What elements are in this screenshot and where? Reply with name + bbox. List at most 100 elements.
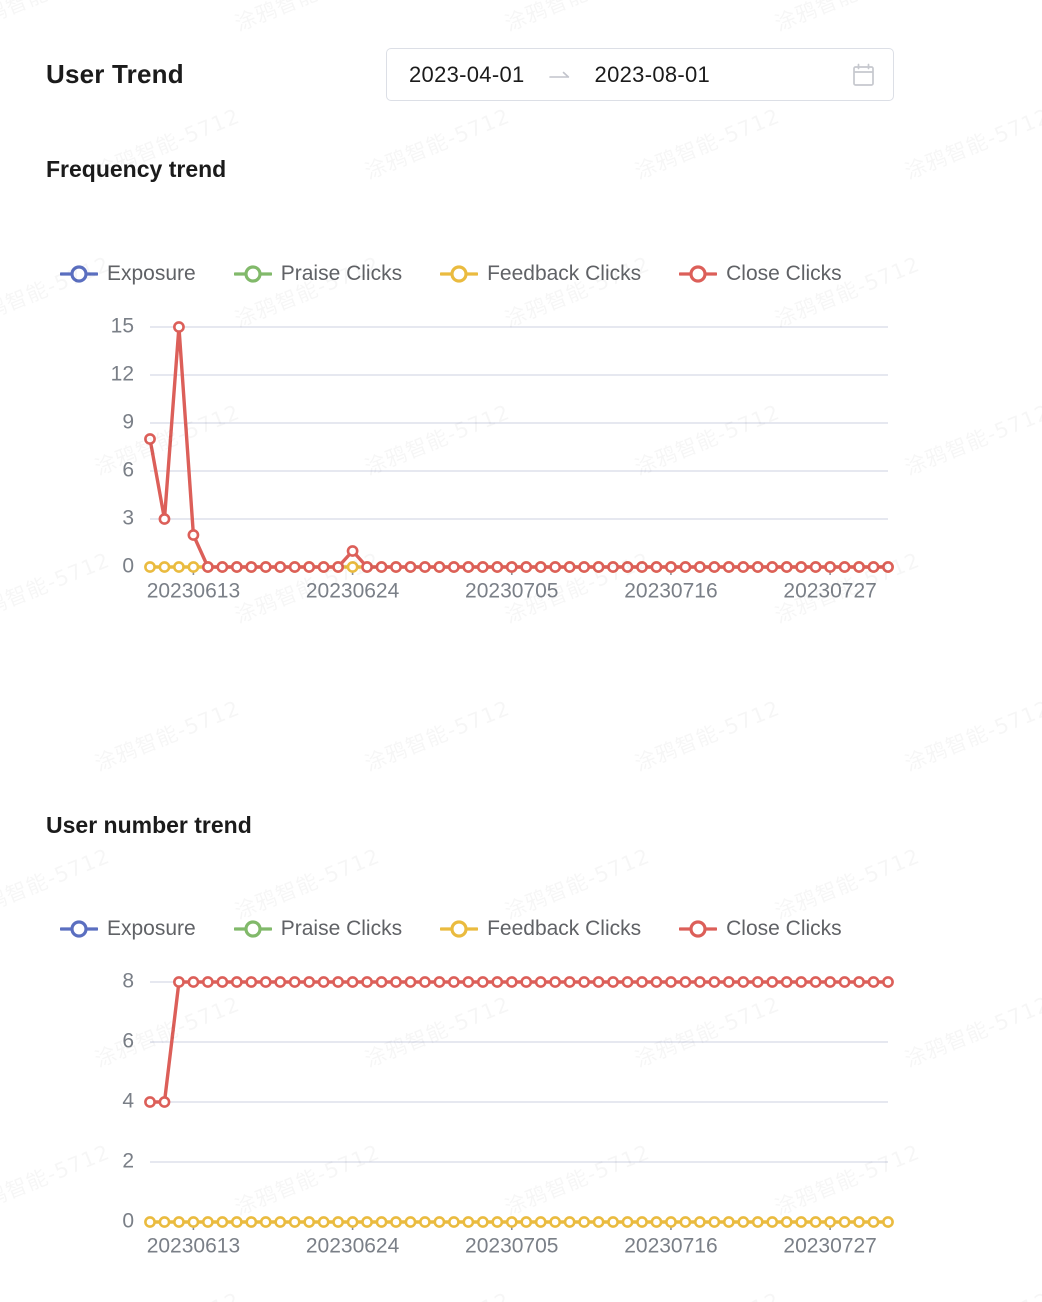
series-feedback-clicks	[144, 1216, 894, 1228]
series-point	[737, 561, 750, 573]
series-point	[882, 561, 894, 573]
series-point	[578, 561, 591, 573]
series-point	[853, 976, 865, 988]
series-point	[592, 561, 605, 573]
series-point	[274, 561, 287, 573]
series-point	[751, 976, 764, 988]
x-axis-tick-label: 20230705	[465, 1234, 558, 1257]
series-point	[505, 976, 518, 988]
series-point	[607, 561, 619, 573]
series-point	[433, 976, 446, 988]
series-point	[867, 1216, 880, 1228]
series-point	[419, 561, 431, 573]
series-point	[505, 1216, 518, 1228]
legend-item-exposure[interactable]: Exposure	[60, 262, 196, 286]
legend-label: Feedback Clicks	[487, 917, 642, 940]
series-point	[549, 976, 562, 988]
series-point	[722, 976, 735, 988]
legend-label: Exposure	[107, 262, 196, 285]
series-point	[737, 976, 750, 988]
series-point	[751, 561, 764, 573]
legend-item-exposure[interactable]: Exposure	[60, 917, 196, 941]
series-point	[375, 976, 388, 988]
x-axis-tick-label: 20230613	[147, 1234, 240, 1257]
date-range-start[interactable]: 2023-04-01	[409, 62, 525, 88]
series-point	[346, 1216, 359, 1228]
series-point	[332, 1216, 345, 1228]
series-point	[390, 1216, 402, 1228]
series-point	[534, 1216, 547, 1228]
series-point	[245, 1216, 258, 1228]
series-point	[780, 1216, 793, 1228]
series-point	[838, 976, 851, 988]
chart-canvas: 0 2 4 6 8 20230613 20230624 20230705 20230716 202…	[122, 970, 894, 1257]
series-point	[476, 976, 489, 988]
series-point	[693, 561, 706, 573]
chart-legend-usernumber: Exposure Praise Clicks Feedback Clicks Clos…	[60, 917, 842, 941]
series-point	[708, 1216, 721, 1228]
x-axis-tick-label: 20230705	[465, 579, 558, 602]
series-point	[230, 1216, 243, 1228]
series-point	[158, 1096, 171, 1108]
series-point	[665, 561, 677, 573]
legend-item-praise-clicks[interactable]: Praise Clicks	[233, 917, 402, 941]
watermark-text: 涂鸦智能-5712	[900, 1284, 1042, 1302]
line-circle-marker	[233, 920, 272, 938]
series-point	[216, 1216, 229, 1228]
watermark-text: 涂鸦智能-5712	[630, 1284, 784, 1302]
series-point	[520, 1216, 533, 1228]
series-point	[346, 976, 359, 988]
series-point	[679, 976, 692, 988]
series-point	[693, 1216, 706, 1228]
series-point	[607, 1216, 619, 1228]
series-point	[882, 1216, 894, 1228]
series-point	[288, 976, 301, 988]
line-circle-marker	[679, 920, 718, 938]
series-point	[216, 976, 229, 988]
series-point	[607, 976, 619, 988]
legend-label: Close Clicks	[726, 262, 842, 285]
x-axis-tick-label: 20230716	[624, 1234, 717, 1257]
date-range-picker[interactable]: 2023-04-01 2023-08-01	[386, 48, 894, 101]
series-point	[795, 976, 808, 988]
series-point	[346, 545, 359, 557]
watermark-text: 涂鸦智能-5712	[360, 100, 514, 186]
series-point	[259, 1216, 272, 1228]
series-point	[708, 976, 721, 988]
series-point	[882, 976, 894, 988]
series-point	[621, 976, 634, 988]
legend-item-feedback-clicks[interactable]: Feedback Clicks	[440, 917, 641, 941]
series-point	[563, 976, 576, 988]
legend-item-close-clicks[interactable]: Close Clicks	[679, 917, 842, 941]
series-point	[375, 1216, 388, 1228]
line-circle-marker	[679, 265, 718, 283]
series-point	[274, 1216, 287, 1228]
series-point	[201, 976, 214, 988]
series-point	[549, 1216, 562, 1228]
series-point	[158, 1216, 171, 1228]
series-point	[809, 561, 822, 573]
series-point	[187, 1216, 200, 1228]
watermark-text: 涂鸦智能-5712	[230, 840, 384, 926]
series-point	[795, 561, 808, 573]
series-point	[766, 561, 779, 573]
series-point	[621, 1216, 634, 1228]
x-axis-tick-label: 20230613	[147, 579, 240, 602]
legend-item-close-clicks[interactable]: Close Clicks	[679, 262, 842, 286]
date-range-end[interactable]: 2023-08-01	[595, 62, 711, 88]
legend-item-praise-clicks[interactable]: Praise Clicks	[233, 262, 402, 286]
watermark-text: 涂鸦智能-5712	[230, 0, 384, 38]
x-axis-tick-label: 20230727	[783, 1234, 876, 1257]
series-point	[665, 976, 677, 988]
series-point	[520, 976, 533, 988]
x-axis-tick-label: 20230624	[306, 579, 400, 602]
watermark-text: 涂鸦智能-5712	[0, 840, 114, 926]
legend-item-feedback-clicks[interactable]: Feedback Clicks	[440, 262, 641, 286]
series-point	[144, 1096, 156, 1108]
x-axis-tick-label: 20230727	[783, 579, 876, 602]
series-point	[520, 561, 533, 573]
series-point	[838, 561, 851, 573]
watermark-text: 涂鸦智能-5712	[770, 840, 924, 926]
calendar-icon[interactable]	[851, 63, 875, 87]
series-point	[332, 561, 345, 573]
